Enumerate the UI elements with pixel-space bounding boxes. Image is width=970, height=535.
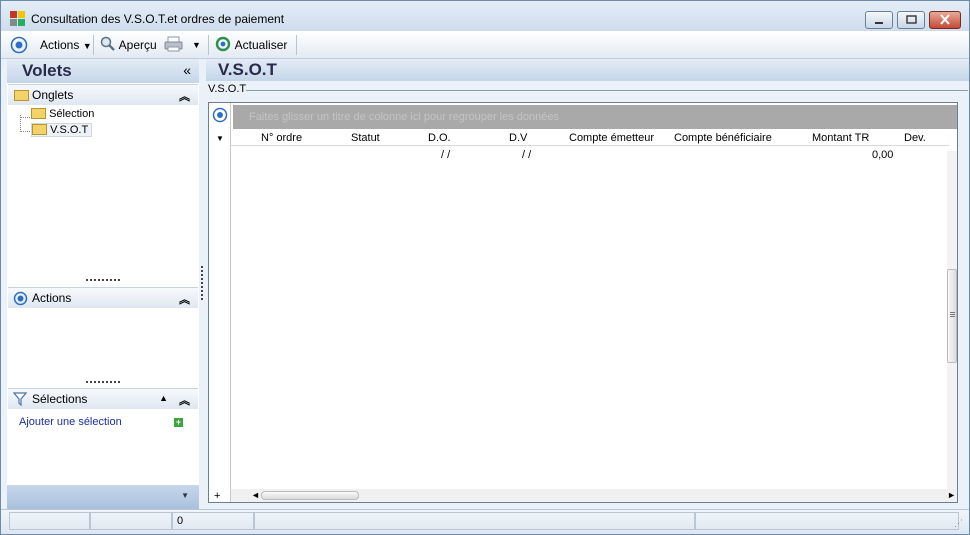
collapse-up-icon[interactable]: ︽ — [179, 392, 190, 408]
chevron-down-icon[interactable]: ▼ — [181, 491, 189, 500]
resize-grip-icon[interactable]: ⋰ — [954, 518, 963, 529]
actions-section-header[interactable]: Actions ︽ — [8, 287, 198, 308]
minimize-button[interactable] — [865, 11, 893, 29]
actions-menu-button[interactable]: Actions ▼ — [40, 36, 92, 54]
page-title: V.S.O.T — [218, 60, 277, 79]
vertical-scroll-thumb[interactable] — [947, 269, 957, 363]
vertical-scrollbar[interactable] — [947, 151, 957, 489]
dropdown-arrow-icon: ▼ — [82, 41, 92, 51]
maximize-button[interactable] — [897, 11, 925, 29]
filter-icon — [13, 392, 27, 406]
add-selection-link[interactable]: Ajouter une sélection — [19, 416, 122, 428]
tree-line — [20, 131, 30, 132]
target-icon — [13, 291, 28, 306]
row-indicator-column: ▼ + — [209, 103, 231, 502]
title-bar: Consultation des V.S.O.T.et ordres de pa… — [1, 1, 969, 31]
collapse-up-icon[interactable]: ︽ — [179, 291, 190, 307]
horizontal-scroll-thumb[interactable] — [261, 491, 359, 500]
tree-item-label: Sélection — [49, 108, 95, 120]
actions-title: Actions — [32, 291, 72, 305]
column-header-compte-emetteur[interactable]: Compte émetteur — [569, 132, 654, 144]
onglets-section-header[interactable]: Onglets ︽ — [8, 84, 198, 105]
close-icon — [940, 14, 950, 25]
actualiser-button[interactable]: Actualiser — [215, 36, 287, 54]
group-by-hint: Faites glisser un titre de colonne ici p… — [249, 111, 560, 123]
printer-icon — [164, 36, 183, 52]
scroll-right-icon[interactable]: ► — [947, 490, 956, 500]
tree-item-vsot[interactable]: V.S.O.T — [31, 123, 93, 137]
restore-icon — [906, 15, 917, 24]
volets-panel: Volets « Onglets ︽ Sélection V.S.O.T Act… — [7, 59, 199, 509]
actions-menu-label: Actions — [40, 38, 80, 52]
volets-title: Volets — [22, 61, 72, 80]
tab-vsot[interactable]: V.S.O.T — [208, 83, 246, 95]
target-icon[interactable] — [10, 36, 28, 54]
print-dropdown-arrow-icon[interactable]: ▼ — [192, 36, 201, 54]
plus-icon[interactable]: + — [174, 418, 183, 427]
tab-underline — [246, 90, 968, 91]
status-cell — [9, 512, 90, 530]
close-button[interactable] — [929, 11, 961, 29]
triangle-up-icon[interactable]: ▲ — [159, 393, 168, 403]
print-button[interactable] — [164, 36, 184, 54]
folder-icon — [14, 90, 29, 101]
vertical-splitter-handle[interactable] — [201, 266, 203, 300]
toolbar: Actions ▼ Aperçu ▼ Actualiser — [1, 31, 969, 59]
column-header-dv[interactable]: D.V — [509, 132, 527, 144]
scroll-left-icon[interactable]: ◄ — [251, 490, 260, 500]
refresh-icon — [215, 36, 231, 52]
cell-dv: / / — [522, 149, 532, 161]
record-count: 0 — [172, 512, 254, 530]
main-window: Consultation des V.S.O.T.et ordres de pa… — [0, 0, 970, 535]
column-header-dev[interactable]: Dev. — [904, 132, 926, 144]
window-title: Consultation des V.S.O.T.et ordres de pa… — [31, 12, 285, 26]
minimize-icon — [875, 22, 883, 24]
cell-do: / / — [441, 149, 451, 161]
column-headers: N° ordre Statut D.O. D.V Compte émetteur… — [231, 130, 949, 146]
toolbar-separator — [296, 35, 297, 55]
status-cell — [695, 512, 959, 530]
column-header-compte-beneficiaire[interactable]: Compte bénéficiaire — [674, 132, 772, 144]
cell-montant: 0,00 — [872, 149, 894, 161]
app-icon — [10, 11, 26, 27]
tree-item-selection[interactable]: Sélection — [31, 108, 94, 120]
tree-item-label: V.S.O.T — [50, 124, 89, 136]
splitter-handle[interactable] — [86, 279, 120, 281]
column-menu-icon[interactable]: ▼ — [216, 134, 224, 143]
column-header-do[interactable]: D.O. — [428, 132, 451, 144]
status-cell — [90, 512, 172, 530]
collapse-up-icon[interactable]: ︽ — [179, 88, 190, 104]
splitter-handle[interactable] — [86, 381, 120, 383]
add-row-icon[interactable]: + — [214, 490, 220, 502]
group-by-area[interactable]: Faites glisser un titre de colonne ici p… — [233, 105, 957, 129]
target-icon[interactable] — [212, 107, 228, 123]
toolbar-separator — [208, 35, 209, 55]
folder-icon — [31, 108, 46, 119]
toolbar-separator — [93, 35, 94, 55]
actualiser-label: Actualiser — [234, 38, 288, 52]
column-header-statut[interactable]: Statut — [351, 132, 380, 144]
status-cell — [254, 512, 695, 530]
column-header-n-ordre[interactable]: N° ordre — [261, 132, 302, 144]
apercu-label: Aperçu — [118, 38, 157, 52]
data-grid: ▼ + Faites glisser un titre de colonne i… — [208, 102, 958, 503]
volets-header: Volets « — [7, 59, 199, 83]
grip-icon — [950, 312, 955, 313]
status-bar: 0 ⋰ — [1, 509, 969, 534]
selections-title: Sélections — [32, 392, 88, 406]
column-header-montant-tr[interactable]: Montant TR — [812, 132, 869, 144]
collapse-left-icon[interactable]: « — [183, 62, 191, 78]
selections-section-header[interactable]: Sélections ▲ ︽ — [8, 388, 198, 409]
folder-open-icon — [32, 124, 47, 135]
magnifier-icon — [100, 36, 115, 51]
onglets-title: Onglets — [32, 88, 74, 102]
horizontal-scrollbar[interactable]: ◄ ► — [231, 489, 957, 502]
tree-line — [20, 117, 30, 118]
apercu-button[interactable]: Aperçu — [100, 36, 157, 54]
vsot-header: V.S.O.T — [206, 59, 969, 81]
panel-footer: ▼ — [7, 485, 199, 509]
